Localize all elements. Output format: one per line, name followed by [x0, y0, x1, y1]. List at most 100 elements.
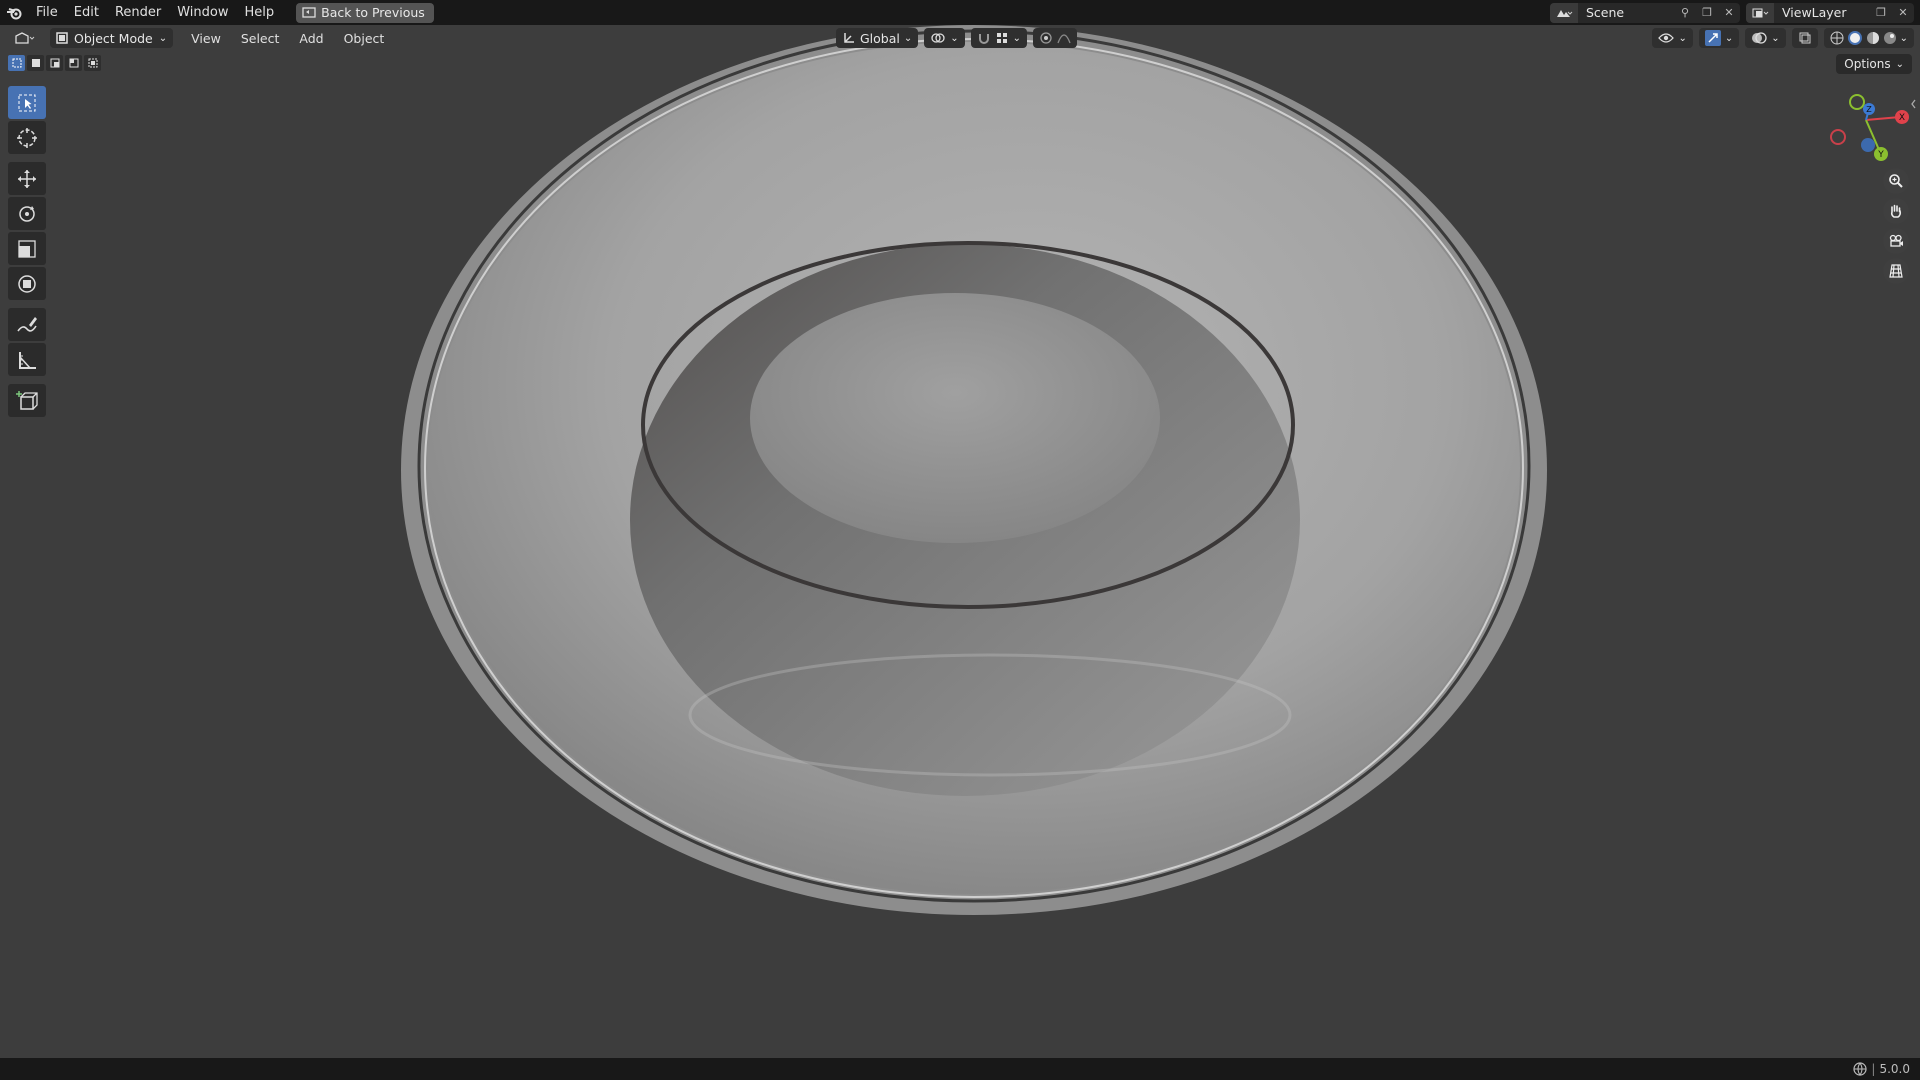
chevron-down-icon: ⌄ — [903, 32, 913, 44]
gizmo-x-label: X — [1899, 113, 1905, 123]
tool-shelf — [8, 86, 48, 419]
viewport-menu: View Select Add Object — [181, 31, 394, 46]
options-label: Options — [1844, 57, 1891, 71]
topbar-right: Scene ⚲ ❐ ✕ ViewLayer ❐ ✕ — [1550, 0, 1920, 25]
material-shading-icon[interactable] — [1866, 31, 1880, 45]
gizmo-toggle[interactable]: ⌄ — [1698, 28, 1740, 48]
pin-icon[interactable]: ⚲ — [1674, 3, 1696, 23]
blender-logo-icon[interactable] — [0, 0, 28, 25]
select-intersect-icon[interactable] — [84, 55, 101, 71]
cursor-icon — [17, 127, 37, 148]
zoom-icon[interactable] — [1883, 168, 1909, 194]
rotate-icon — [19, 205, 35, 222]
viewport-display-controls: ⌄ ⌄ ⌄ ⌄ — [1652, 28, 1914, 48]
magnet-icon[interactable] — [977, 31, 991, 45]
navigation-gizmo[interactable]: Z X Y — [1808, 90, 1918, 170]
menu-add[interactable]: Add — [289, 31, 333, 46]
new-view-layer-icon[interactable]: ❐ — [1870, 3, 1892, 23]
object-mode-dropdown[interactable]: Object Mode ⌄ — [50, 28, 174, 48]
bowl-core — [750, 293, 1160, 543]
chevron-down-icon: ⌄ — [1012, 32, 1022, 44]
falloff-icon[interactable] — [1057, 31, 1071, 45]
select-new-icon[interactable] — [8, 55, 25, 71]
perspective-toggle-icon[interactable] — [1883, 258, 1909, 284]
back-to-previous-button[interactable]: Back to Previous — [296, 2, 434, 23]
transform-icon — [18, 274, 36, 293]
annotate-tool[interactable] — [8, 308, 46, 341]
xray-icon[interactable] — [1798, 31, 1812, 45]
camera-view-icon[interactable] — [1883, 228, 1909, 254]
select-box-tool[interactable] — [8, 86, 46, 119]
annotate-icon — [17, 316, 37, 332]
eye-icon — [1658, 33, 1675, 43]
rendered-shading-icon[interactable] — [1883, 31, 1897, 45]
menu-file[interactable]: File — [28, 5, 66, 20]
menu-window[interactable]: Window — [169, 5, 236, 20]
globe-icon — [1853, 1062, 1868, 1076]
status-bar: | 5.0.0 — [0, 1058, 1920, 1080]
gizmo-x-negative[interactable] — [1830, 129, 1846, 145]
menu-render[interactable]: Render — [107, 5, 169, 20]
object-mode-icon — [56, 32, 68, 44]
menu-view[interactable]: View — [181, 31, 231, 46]
proportional-edit-icon[interactable] — [1039, 31, 1053, 45]
solid-shading-icon[interactable] — [1847, 30, 1863, 46]
editor-type-icon[interactable] — [8, 28, 42, 48]
transform-tool[interactable] — [8, 267, 46, 300]
add-cube-tool[interactable] — [8, 384, 46, 417]
select-invert-icon[interactable] — [65, 55, 82, 71]
new-scene-icon[interactable]: ❐ — [1696, 3, 1718, 23]
scene-name[interactable]: Scene — [1578, 5, 1674, 20]
pan-hand-icon[interactable] — [1883, 198, 1909, 224]
scale-tool[interactable] — [8, 232, 46, 265]
transform-controls: Global ⌄ ⌄ ⌄ — [836, 28, 1078, 48]
navigation-buttons — [1883, 168, 1909, 284]
back-to-previous-label: Back to Previous — [321, 5, 425, 20]
scene-icon[interactable] — [1550, 2, 1578, 23]
menu-edit[interactable]: Edit — [66, 5, 107, 20]
menu-object[interactable]: Object — [334, 31, 395, 46]
transform-orientation-label: Global — [860, 30, 900, 46]
move-icon — [18, 169, 36, 188]
rotate-tool[interactable] — [8, 197, 46, 230]
chevron-down-icon: ⌄ — [158, 32, 168, 44]
chevron-down-icon: ⌄ — [950, 32, 959, 44]
wireframe-shading-icon[interactable] — [1830, 31, 1844, 45]
view-layer-name[interactable]: ViewLayer — [1774, 5, 1870, 20]
xray-toggle[interactable] — [1791, 28, 1818, 48]
select-subtract-icon[interactable] — [46, 55, 63, 71]
overlays-icon[interactable] — [1751, 31, 1767, 45]
select-extend-icon[interactable] — [27, 55, 44, 71]
chevron-down-icon: ⌄ — [1899, 32, 1908, 44]
gizmo-y-negative[interactable] — [1849, 94, 1865, 110]
cursor-tool[interactable] — [8, 121, 46, 154]
chevron-down-icon: ⌄ — [1895, 58, 1904, 70]
measure-tool[interactable] — [8, 343, 46, 376]
options-dropdown[interactable]: Options ⌄ — [1836, 54, 1912, 74]
view-layer-icon[interactable] — [1746, 2, 1774, 23]
remove-view-layer-icon[interactable]: ✕ — [1892, 3, 1914, 23]
gizmo-icon[interactable] — [1704, 30, 1721, 46]
transform-orientation-dropdown[interactable]: Global ⌄ — [836, 28, 919, 48]
add-cube-icon — [16, 390, 38, 410]
gizmo-z-negative[interactable] — [1861, 138, 1875, 152]
snapping-controls[interactable]: ⌄ — [970, 28, 1028, 48]
visibility-dropdown[interactable]: ⌄ — [1652, 28, 1693, 48]
select-box-icon — [18, 94, 36, 111]
menu-help[interactable]: Help — [237, 5, 283, 20]
overlays-toggle[interactable]: ⌄ — [1745, 28, 1786, 48]
proportional-editing[interactable] — [1033, 28, 1078, 48]
menu-select[interactable]: Select — [231, 31, 290, 46]
viewport-header: Object Mode ⌄ View Select Add Object Glo… — [0, 25, 1920, 51]
viewport-3d[interactable] — [0, 0, 1920, 1080]
snap-grid-icon[interactable] — [995, 31, 1009, 45]
scene-selector[interactable]: Scene ⚲ ❐ ✕ — [1550, 2, 1740, 23]
chevron-down-icon: ⌄ — [1724, 32, 1734, 44]
chevron-down-icon: ⌄ — [1771, 32, 1780, 44]
pivot-point-dropdown[interactable]: ⌄ — [924, 28, 965, 48]
screen-icon — [302, 6, 316, 18]
view-layer-selector[interactable]: ViewLayer ❐ ✕ — [1746, 2, 1914, 23]
remove-scene-icon[interactable]: ✕ — [1718, 3, 1740, 23]
move-tool[interactable] — [8, 162, 46, 195]
object-mode-label: Object Mode — [74, 30, 153, 46]
